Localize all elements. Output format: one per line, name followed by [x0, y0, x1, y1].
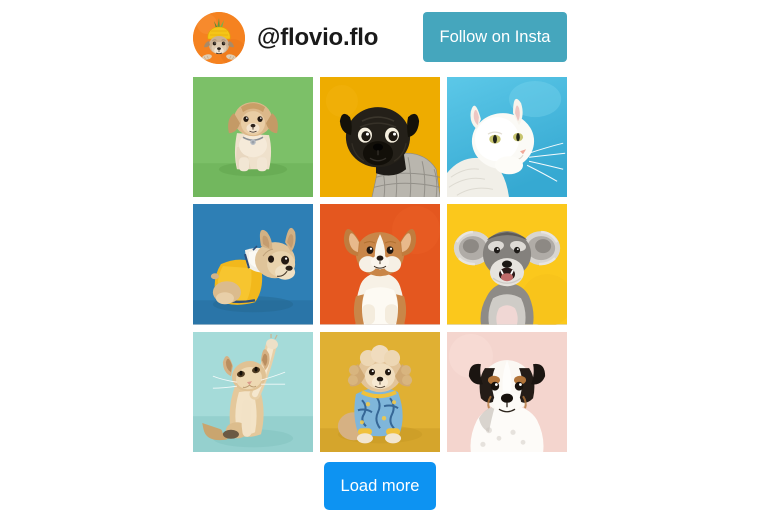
- avatar-image: [193, 12, 245, 64]
- photo-tile-2[interactable]: [320, 77, 440, 198]
- shih-tzu-puppy-sitting-image: [193, 77, 313, 198]
- poodle-mix-in-blue-shirt-image: [320, 331, 440, 452]
- photo-tile-7[interactable]: [193, 331, 313, 452]
- photo-tile-3[interactable]: [447, 77, 567, 198]
- photo-tile-9[interactable]: [447, 331, 567, 452]
- french-bulldog-in-yellow-hoodie-image: [193, 204, 313, 325]
- white-cat-profile-image: [447, 77, 567, 198]
- follow-on-insta-button[interactable]: Follow on Insta: [423, 12, 567, 62]
- load-more-button[interactable]: Load more: [324, 462, 436, 510]
- schnauzer-with-fluffy-ears-image: [447, 204, 567, 325]
- photo-tile-6[interactable]: [447, 204, 567, 325]
- photo-tile-5[interactable]: [320, 204, 440, 325]
- photo-grid: [193, 77, 567, 452]
- golden-cat-raising-paw-image: [193, 331, 313, 452]
- feed-header: @flovio.flo Follow on Insta: [193, 8, 567, 68]
- jack-russell-terrier-portrait-image: [447, 331, 567, 452]
- account-handle: @flovio.flo: [257, 24, 379, 51]
- photo-tile-8[interactable]: [320, 331, 440, 452]
- photo-tile-1[interactable]: [193, 77, 313, 198]
- black-pug-in-sweater-image: [320, 77, 440, 198]
- instagram-feed-widget: @flovio.flo Follow on Insta Load more: [0, 0, 760, 516]
- avatar[interactable]: [193, 12, 245, 64]
- photo-tile-4[interactable]: [193, 204, 313, 325]
- corgi-puppy-portrait-image: [320, 204, 440, 325]
